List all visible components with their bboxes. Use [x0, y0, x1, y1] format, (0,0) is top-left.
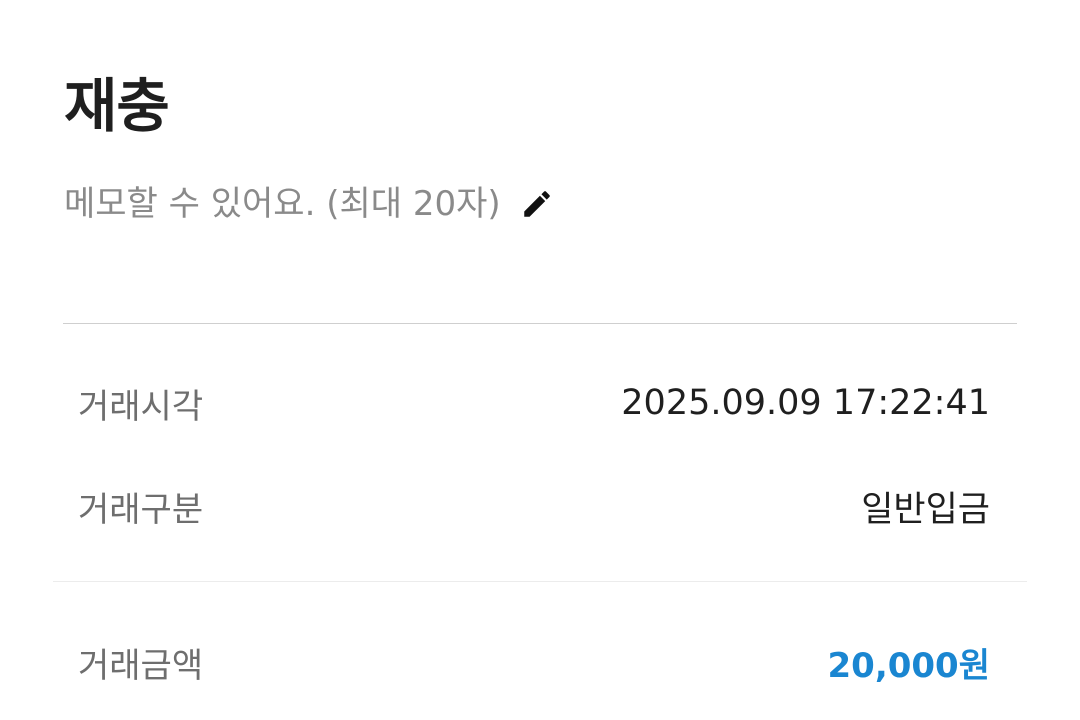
transaction-time-row: 거래시각 2025.09.09 17:22:41: [78, 375, 990, 431]
section-divider: [63, 323, 1017, 324]
transaction-amount-label: 거래금액: [78, 645, 204, 686]
transaction-type-label: 거래구분: [78, 489, 204, 530]
transaction-time-value: 2025.09.09 17:22:41: [621, 383, 990, 423]
pencil-icon[interactable]: [519, 186, 555, 222]
memo-placeholder: 메모할 수 있어요. (최대 20자): [64, 184, 501, 224]
amount-divider: [53, 581, 1027, 582]
page-title: 재충: [64, 72, 170, 140]
memo-edit-button[interactable]: 메모할 수 있어요. (최대 20자): [64, 178, 555, 230]
transaction-type-value: 일반입금: [861, 489, 990, 530]
transaction-type-row: 거래구분 일반입금: [78, 478, 990, 534]
transaction-time-label: 거래시각: [78, 386, 204, 427]
transaction-amount-row: 거래금액 20,000원: [78, 634, 990, 690]
transaction-detail-screen: 재충 메모할 수 있어요. (최대 20자) 거래시각 2025.09.09 1…: [0, 0, 1080, 720]
transaction-amount-value: 20,000원: [827, 645, 990, 686]
